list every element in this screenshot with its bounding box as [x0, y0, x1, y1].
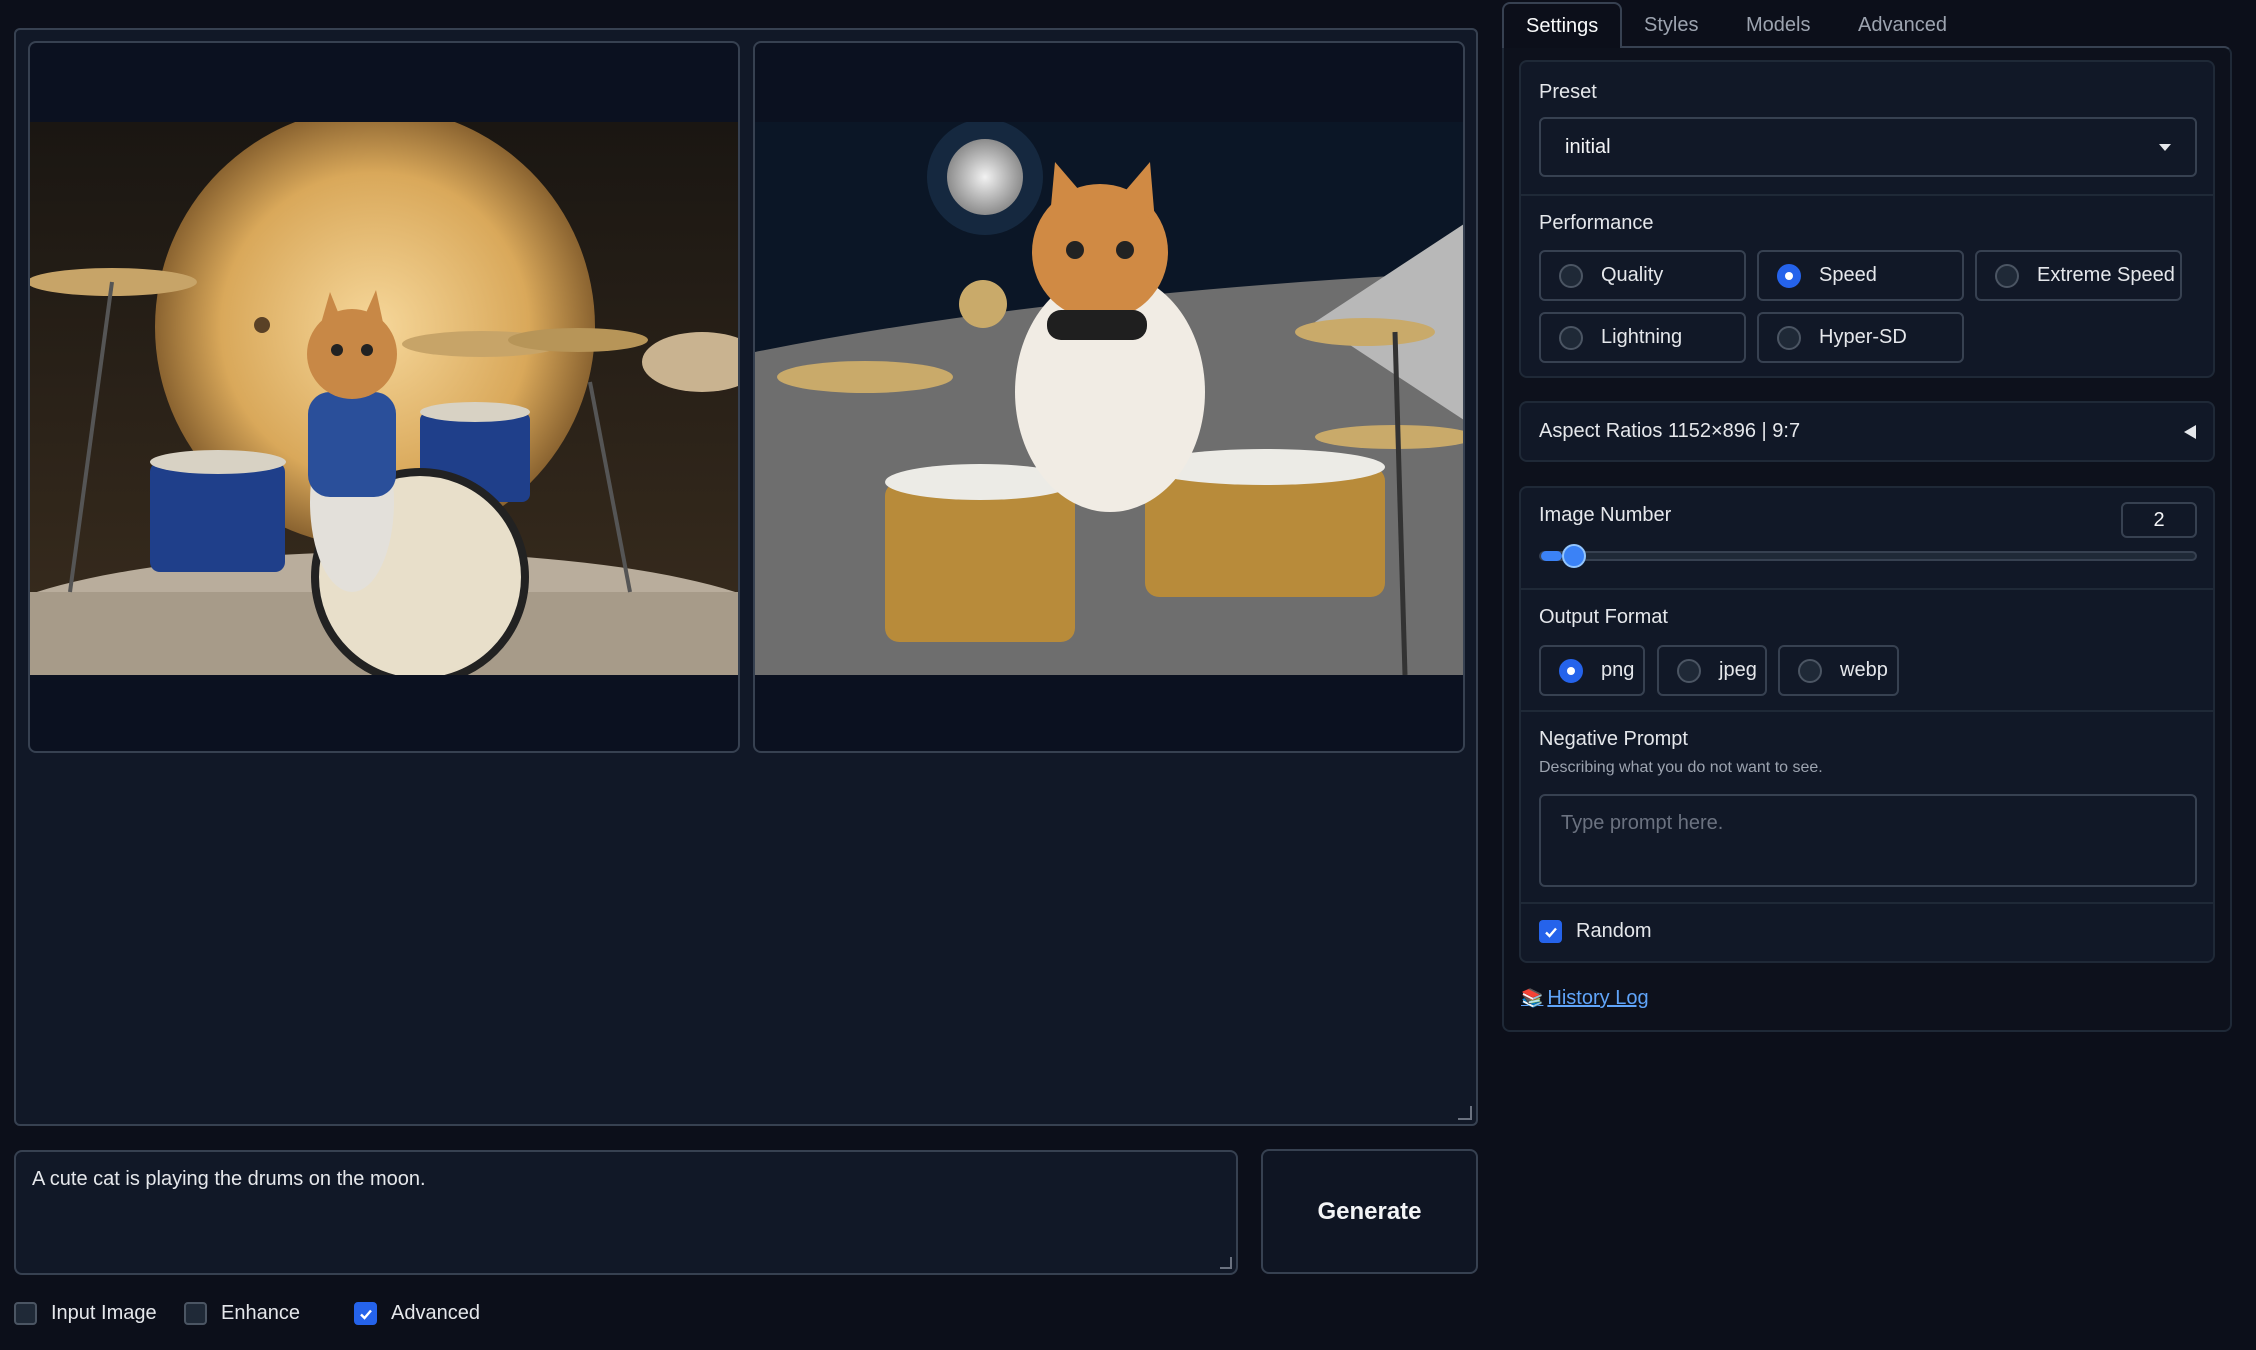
prompt-input[interactable]: A cute cat is playing the drums on the m… [14, 1150, 1238, 1275]
output-format-png[interactable]: png [1539, 645, 1645, 696]
performance-speed-label: Speed [1819, 264, 1877, 286]
radio-hyper-sd[interactable] [1777, 325, 1801, 350]
history-log-label: History Log [1547, 987, 1649, 1009]
enhance-checkbox-box[interactable] [184, 1302, 207, 1325]
output-format-jpeg-label: jpeg [1719, 659, 1757, 681]
radio-lightning[interactable] [1559, 325, 1583, 350]
output-format-webp[interactable]: webp [1778, 645, 1899, 696]
input-image-checkbox-box[interactable] [14, 1302, 37, 1325]
book-icon: 📚 [1521, 988, 1544, 1008]
gallery-image-1[interactable] [28, 41, 740, 753]
advanced-label: Advanced [391, 1302, 480, 1324]
slider-fill [1541, 551, 1563, 561]
negative-prompt-description: Describing what you do not want to see. [1539, 759, 1823, 776]
settings-tabs: Settings Styles Models Advanced [1502, 2, 2232, 48]
generation-options-block: Image Number 2 Output Format png jpeg we… [1519, 486, 2215, 963]
generate-button[interactable]: Generate [1261, 1149, 1478, 1274]
slider-handle[interactable] [1562, 544, 1587, 568]
performance-lightning-label: Lightning [1601, 326, 1683, 348]
tab-styles[interactable]: Styles [1622, 2, 1720, 48]
performance-label: Performance [1539, 212, 1654, 234]
radio-quality[interactable] [1559, 263, 1583, 288]
image-number-slider[interactable] [1539, 544, 2197, 568]
checkmark-icon [1544, 927, 1557, 938]
divider [1521, 710, 2213, 712]
gallery-image-2[interactable] [753, 41, 1465, 753]
image-gallery [14, 28, 1478, 1126]
preset-dropdown[interactable]: initial [1539, 117, 2197, 177]
preset-performance-block: Preset initial Performance Quality Speed… [1519, 60, 2215, 378]
radio-speed[interactable] [1777, 263, 1801, 288]
random-checkbox-box[interactable] [1539, 920, 1562, 943]
performance-speed[interactable]: Speed [1757, 250, 1964, 301]
cat-drummer-image-1 [30, 122, 738, 675]
advanced-checkbox-box[interactable] [354, 1302, 377, 1325]
performance-hyper-sd-label: Hyper-SD [1819, 326, 1907, 348]
divider [1521, 194, 2213, 196]
cat-drummer-image-2 [755, 122, 1463, 675]
history-log-link[interactable]: 📚 History Log [1521, 987, 1649, 1010]
enhance-checkbox[interactable]: Enhance [184, 1302, 300, 1325]
output-format-jpeg[interactable]: jpeg [1657, 645, 1767, 696]
radio-webp[interactable] [1798, 658, 1822, 683]
negative-prompt-input[interactable]: Type prompt here. [1539, 794, 2197, 887]
performance-extreme-speed[interactable]: Extreme Speed [1975, 250, 2182, 301]
random-checkbox[interactable]: Random [1539, 920, 1652, 943]
preset-value: initial [1565, 135, 1611, 158]
input-image-checkbox[interactable]: Input Image [14, 1302, 157, 1325]
random-label: Random [1576, 920, 1652, 942]
performance-quality[interactable]: Quality [1539, 250, 1746, 301]
enhance-label: Enhance [221, 1302, 300, 1324]
divider [1521, 902, 2213, 904]
image-number-label: Image Number [1539, 504, 1672, 526]
gallery-resize-handle[interactable] [1458, 1106, 1472, 1120]
checkmark-icon [359, 1309, 372, 1320]
image-number-input[interactable]: 2 [2121, 502, 2197, 538]
performance-quality-label: Quality [1601, 264, 1664, 286]
input-image-label: Input Image [51, 1302, 157, 1324]
performance-hyper-sd[interactable]: Hyper-SD [1757, 312, 1964, 363]
output-format-png-label: png [1601, 659, 1635, 681]
preset-label: Preset [1539, 81, 1597, 103]
tab-settings[interactable]: Settings [1502, 2, 1623, 48]
chevron-down-icon [2159, 143, 2171, 151]
radio-jpeg[interactable] [1677, 658, 1701, 683]
prompt-resize-handle[interactable] [1220, 1257, 1232, 1269]
performance-extreme-speed-label: Extreme Speed [2037, 264, 2175, 286]
advanced-checkbox[interactable]: Advanced [354, 1302, 480, 1325]
negative-prompt-label: Negative Prompt [1539, 728, 1688, 750]
collapse-arrow-icon[interactable] [2183, 424, 2197, 440]
output-format-label: Output Format [1539, 606, 1668, 628]
aspect-ratios-accordion[interactable]: Aspect Ratios 1152×896 | 9:7 [1519, 401, 2215, 462]
aspect-ratios-label: Aspect Ratios 1152×896 | 9:7 [1539, 420, 1801, 442]
tab-advanced[interactable]: Advanced [1836, 2, 1969, 48]
performance-lightning[interactable]: Lightning [1539, 312, 1746, 363]
radio-extreme-speed[interactable] [1995, 263, 2019, 288]
radio-png[interactable] [1559, 658, 1583, 683]
tab-models[interactable]: Models [1724, 2, 1832, 48]
prompt-text: A cute cat is playing the drums on the m… [32, 1168, 426, 1190]
output-format-webp-label: webp [1840, 659, 1888, 681]
divider [1521, 588, 2213, 590]
